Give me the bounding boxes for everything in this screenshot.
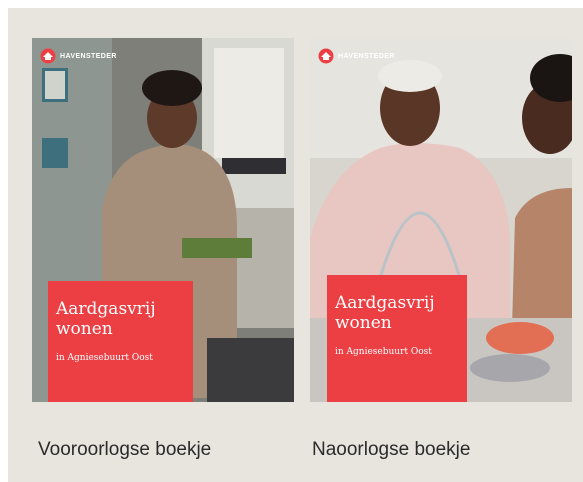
brochure-subtitle: in Agniesebuurt Oost [335,347,432,357]
brochure-title-line2: wonen [335,313,392,333]
brochure-title-line1: Aardgasvrij [335,293,435,313]
caption-naoorlogs[interactable]: Naoorlogse boekje [312,439,470,461]
brochure-title: Aardgasvrij wonen [335,293,467,333]
brochure-title-line2: wonen [56,319,113,339]
brochure-title-line1: Aardgasvrij [56,299,156,319]
brochure-title-block: Aardgasvrij wonen in Agniesebuurt Oost [327,275,467,402]
brochure-title-block: Aardgasvrij wonen in Agniesebuurt Oost [48,281,193,402]
brochure-card-naoorlogs[interactable]: HAVENSTEDER Aardgasvrij wonen in Agniese… [310,38,572,402]
havensteder-logo-icon [318,48,334,64]
havensteder-logo: HAVENSTEDER [318,48,395,64]
brochure-title: Aardgasvrij wonen [56,299,193,339]
brand-name: HAVENSTEDER [60,52,117,60]
brochure-card-vooroorlogs[interactable]: HAVENSTEDER Aardgasvrij wonen in Agniese… [32,38,294,402]
caption-vooroorlogs[interactable]: Vooroorlogse boekje [38,439,211,461]
brochure-subtitle: in Agniesebuurt Oost [56,353,153,363]
brochure-panel: HAVENSTEDER Aardgasvrij wonen in Agniese… [8,8,583,482]
havensteder-logo: HAVENSTEDER [40,48,117,64]
brand-name: HAVENSTEDER [338,52,395,60]
havensteder-logo-icon [40,48,56,64]
